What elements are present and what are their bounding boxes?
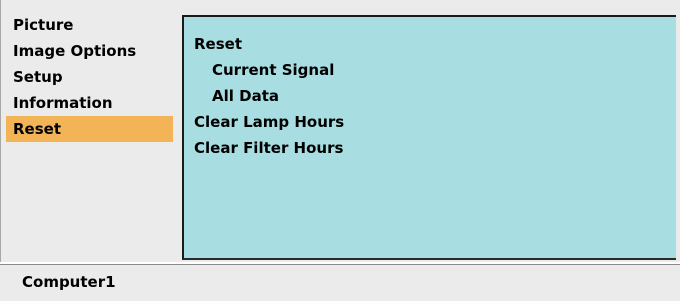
submenu-item-all-data[interactable]: All Data [194,83,344,109]
menu-item-setup[interactable]: Setup [6,64,176,90]
projector-osd-menu: Picture Image Options Setup Information … [0,0,680,301]
menu-item-image-options[interactable]: Image Options [6,38,176,64]
menu-item-reset[interactable]: Reset [6,116,173,142]
status-bar: Computer1 [0,264,680,301]
reset-submenu-list: Reset Current Signal All Data Clear Lamp… [194,31,344,161]
submenu-item-reset[interactable]: Reset [194,31,344,57]
main-menu: Picture Image Options Setup Information … [6,12,176,142]
submenu-item-clear-filter-hours[interactable]: Clear Filter Hours [194,135,344,161]
menu-area: Picture Image Options Setup Information … [0,0,680,262]
submenu-item-current-signal[interactable]: Current Signal [194,57,344,83]
submenu-item-clear-lamp-hours[interactable]: Clear Lamp Hours [194,109,344,135]
menu-item-information[interactable]: Information [6,90,176,116]
reset-submenu-panel: Reset Current Signal All Data Clear Lamp… [182,15,676,260]
menu-item-picture[interactable]: Picture [6,12,176,38]
input-source-label: Computer1 [22,273,116,291]
